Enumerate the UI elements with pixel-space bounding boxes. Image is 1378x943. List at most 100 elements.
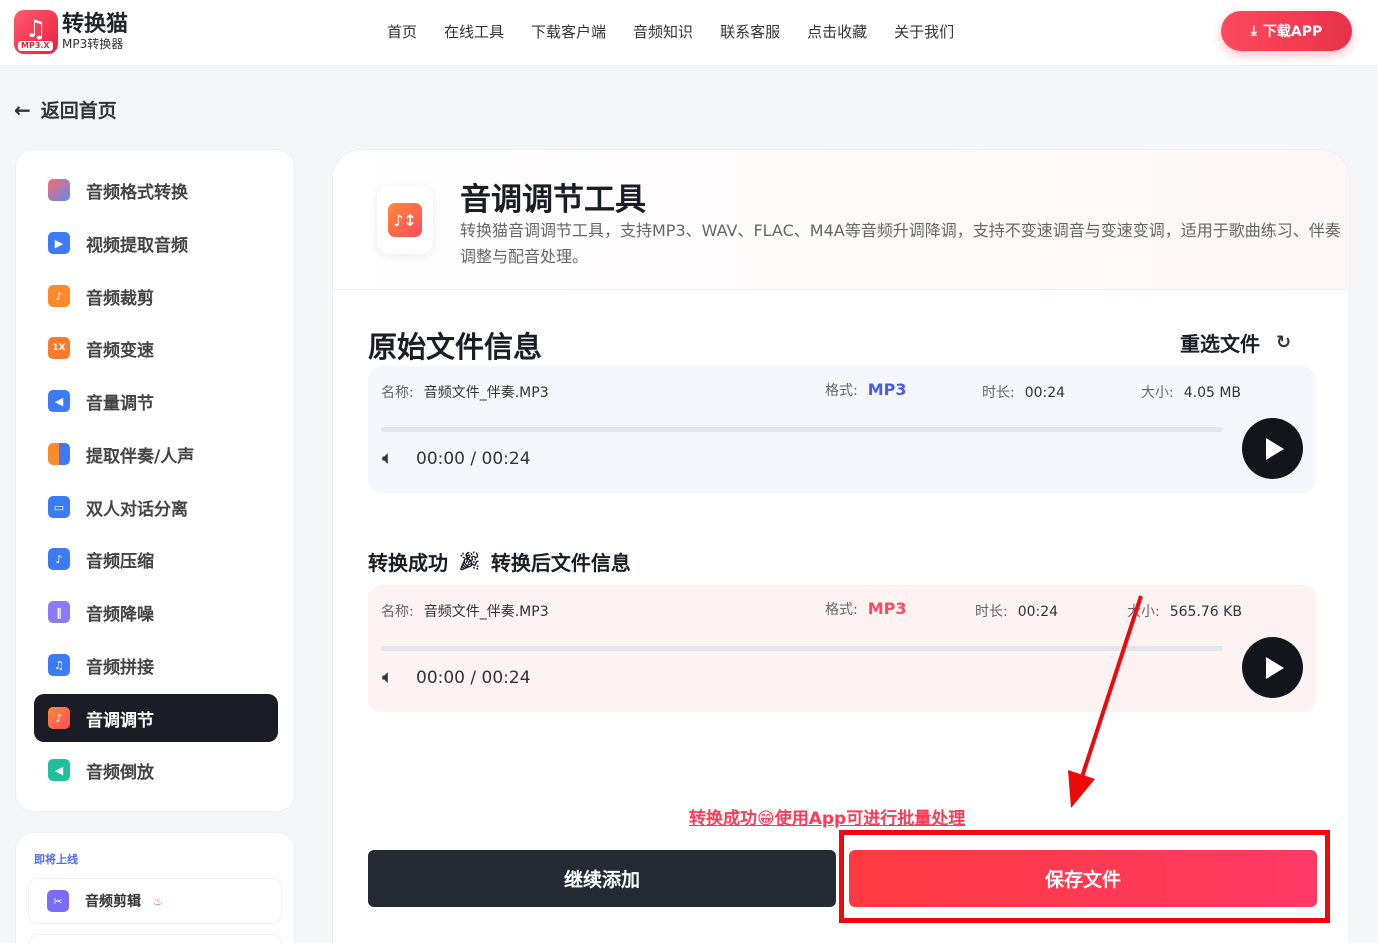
tool-header: ♪↕ 音调调节工具 转换猫音调调节工具，支持MP3、WAV、FLAC、M4A等音… [333,150,1349,290]
volume-speaker-icon[interactable]: 🔈︎ [382,666,393,688]
original-file-title: 原始文件信息 [368,330,543,364]
converted-format-field: 格式: MP3 [825,599,907,619]
reselect-file-label: 重选文件 [1180,332,1260,356]
original-duration-field: 时长: 00:24 [982,382,1065,402]
sidebar-item-merge[interactable]: ♫ 音频拼接 [34,641,278,689]
sidebar-item-denoise[interactable]: ‖ 音频降噪 [34,588,278,636]
batch-promo-link[interactable]: 转换成功😁使用App可进行批量处理 [689,804,965,829]
sidebar-item-label: 双人对话分离 [86,499,188,520]
original-file-card: 名称: 音频文件_伴奏.MP3 格式: MP3 时长: 00:24 大小: 4.… [368,366,1316,493]
sidebar-item-label: 音频拼接 [86,657,154,678]
sidebar-item-label: 音频压缩 [86,551,154,572]
merge-icon: ♫ [48,654,70,676]
original-file-name: 音频文件_伴奏.MP3 [423,385,549,401]
music-note-icon: ♫ [25,15,47,43]
sidebar-item-label: 音频裁剪 [86,288,154,309]
speed-icon: 1X [48,337,70,359]
converted-duration-value: 00:24 [1017,604,1059,620]
original-format-field: 格式: MP3 [825,380,907,400]
vocal-extract-icon [48,443,70,465]
logo-text: 转换猫 MP3转换器 [62,12,129,52]
continue-add-button[interactable]: 继续添加 [368,850,836,907]
back-home-link[interactable]: ← 返回首页 [14,96,117,123]
play-icon [1266,437,1284,460]
main-nav: 首页 在线工具 下载客户端 音频知识 联系客服 点击收藏 关于我们 [387,22,981,42]
name-label: 名称: [381,604,414,620]
sidebar-item-speed[interactable]: 1X 音频变速 [34,324,278,372]
sidebar-item-vocal-extract[interactable]: 提取伴奏/人声 [34,430,278,478]
tool-title: 音调调节工具 [460,182,646,218]
compress-icon: ♪ [48,548,70,570]
sidebar-item-label: 音量调节 [86,393,154,414]
nav-about[interactable]: 关于我们 [894,22,954,42]
original-play-button[interactable] [1242,418,1303,479]
format-label: 格式: [825,383,858,399]
coming-soon-panel: 即将上线 ✂ 音频剪辑 ♨ [15,832,295,943]
sidebar-item-label: 音频倒放 [86,762,154,783]
denoise-icon: ‖ [48,601,70,623]
sidebar-item-label: 视频提取音频 [86,235,188,256]
download-icon: ⤓ [1250,23,1257,39]
logo-tag: MP3.X [18,41,53,51]
audio-cut-icon: ♪ [48,285,70,307]
nav-contact-support[interactable]: 联系客服 [720,22,780,42]
tool-description: 转换猫音调调节工具，支持MP3、WAV、FLAC、M4A等音频升调降调，支持不变… [460,221,1341,266]
original-name-field: 名称: 音频文件_伴奏.MP3 [381,382,549,402]
converted-play-button[interactable] [1242,637,1303,698]
reverse-icon: ◀ [48,759,70,781]
duration-label: 时长: [975,604,1008,620]
volume-speaker-icon[interactable]: 🔈︎ [382,447,393,469]
converted-name-field: 名称: 音频文件_伴奏.MP3 [381,601,549,621]
logo-name: 转换猫 [62,12,129,37]
flame-icon: ♨ [153,894,163,908]
converted-progress-bar[interactable] [381,646,1223,651]
reselect-file-button[interactable]: 重选文件 ↻ [1180,328,1291,357]
converted-size-value: 565.76 KB [1169,604,1242,620]
original-format-value: MP3 [867,380,907,399]
pitch-tool-icon: ♪↕ [388,203,422,237]
coming-soon-item-audio-edit[interactable]: ✂ 音频剪辑 ♨ [28,878,282,924]
back-home-label: 返回首页 [40,100,117,122]
annotation-highlight-box [839,830,1330,923]
name-label: 名称: [381,385,414,401]
coming-soon-item-label: 音频剪辑 [85,894,141,910]
volume-icon: ◀ [48,390,70,412]
pitch-icon: ♪ [48,707,70,729]
nav-home[interactable]: 首页 [387,22,417,42]
original-size-value: 4.05 MB [1183,385,1242,401]
converted-duration-field: 时长: 00:24 [975,601,1058,621]
main-panel: ♪↕ 音调调节工具 转换猫音调调节工具，支持MP3、WAV、FLAC、M4A等音… [332,149,1350,943]
sidebar-item-format-convert[interactable]: 音频格式转换 [34,166,278,214]
sidebar-item-label: 音频变速 [86,340,154,361]
nav-download-client[interactable]: 下载客户端 [531,22,606,42]
original-progress-bar[interactable] [381,427,1223,432]
download-app-button[interactable]: ⤓ 下载APP [1221,11,1352,51]
sidebar-item-compress[interactable]: ♪ 音频压缩 [34,535,278,583]
sidebar-item-video-extract[interactable]: ▶ 视频提取音频 [34,219,278,267]
sidebar-item-pitch[interactable]: ♪ 音调调节 [34,694,278,742]
sidebar-item-label: 音频格式转换 [86,182,188,203]
refresh-icon: ↻ [1276,332,1292,353]
sidebar-item-reverse[interactable]: ◀ 音频倒放 [34,746,278,794]
coming-soon-item[interactable] [28,934,282,943]
site-logo[interactable]: ♫ MP3.X 转换猫 MP3转换器 [14,10,128,54]
format-label: 格式: [825,602,858,618]
nav-audio-knowledge[interactable]: 音频知识 [633,22,693,42]
download-app-label: 下载APP [1262,24,1323,40]
format-convert-icon [48,179,70,201]
sidebar-item-audio-cut[interactable]: ♪ 音频裁剪 [34,272,278,320]
sidebar-item-label: 音频降噪 [86,604,154,625]
tool-icon-card: ♪↕ [377,186,433,254]
sidebar-item-dialog-split[interactable]: ▭ 双人对话分离 [34,483,278,531]
tool-sidebar: 音频格式转换 ▶ 视频提取音频 ♪ 音频裁剪 1X 音频变速 ◀ 音量调节 提取… [15,149,295,812]
converted-file-card: 名称: 音频文件_伴奏.MP3 格式: MP3 时长: 00:24 大小: 56… [368,585,1316,712]
nav-online-tools[interactable]: 在线工具 [444,22,504,42]
original-size-field: 大小: 4.05 MB [1141,382,1241,402]
sidebar-item-label: 提取伴奏/人声 [86,446,195,467]
top-header: ♫ MP3.X 转换猫 MP3转换器 首页 在线工具 下载客户端 音频知识 联系… [0,0,1378,66]
original-duration-value: 00:24 [1024,385,1066,401]
sidebar-item-volume[interactable]: ◀ 音量调节 [34,377,278,425]
nav-bookmark[interactable]: 点击收藏 [807,22,867,42]
video-extract-icon: ▶ [48,232,70,254]
size-label: 大小: [1141,385,1174,401]
